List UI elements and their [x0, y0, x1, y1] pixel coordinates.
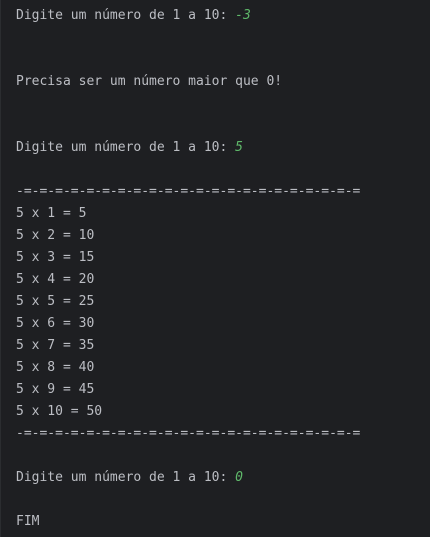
prompt-text: Digite um número de 1 a 10:	[16, 470, 236, 485]
table-row: 5 x 4 = 20	[16, 272, 95, 287]
end-message: FIM	[16, 514, 40, 529]
user-input-value: 0	[235, 470, 243, 485]
table-row: 5 x 6 = 30	[16, 316, 95, 331]
table-row: 5 x 10 = 50	[16, 404, 103, 419]
table-row: 5 x 1 = 5	[16, 206, 87, 221]
table-row: 5 x 2 = 10	[16, 228, 95, 243]
console-line-prompt: Digite um número de 1 a 10: 0	[16, 470, 243, 486]
prompt-text: Digite um número de 1 a 10:	[16, 8, 236, 23]
user-input-value: -3	[235, 8, 251, 23]
prompt-text: Digite um número de 1 a 10:	[16, 140, 236, 155]
table-row: 5 x 7 = 35	[16, 338, 95, 353]
console-output[interactable]: Digite um número de 1 a 10: -3 Precisa s…	[0, 0, 430, 537]
separator-line: -=-=-=-=-=-=-=-=-=-=-=-=-=-=-=-=-=-=-=-=…	[16, 184, 361, 199]
console-line-prompt: Digite um número de 1 a 10: 5	[16, 140, 243, 156]
console-line-prompt: Digite um número de 1 a 10: -3	[16, 8, 251, 24]
console-line-error: Precisa ser um número maior que 0!	[16, 74, 282, 90]
error-message: Precisa ser um número maior que 0!	[16, 74, 283, 89]
table-row: 5 x 3 = 15	[16, 250, 95, 265]
table-row: 5 x 9 = 45	[16, 382, 95, 397]
table-row: 5 x 8 = 40	[16, 360, 95, 375]
user-input-value: 5	[235, 140, 243, 155]
separator-line: -=-=-=-=-=-=-=-=-=-=-=-=-=-=-=-=-=-=-=-=…	[16, 426, 361, 441]
table-row: 5 x 5 = 25	[16, 294, 95, 309]
